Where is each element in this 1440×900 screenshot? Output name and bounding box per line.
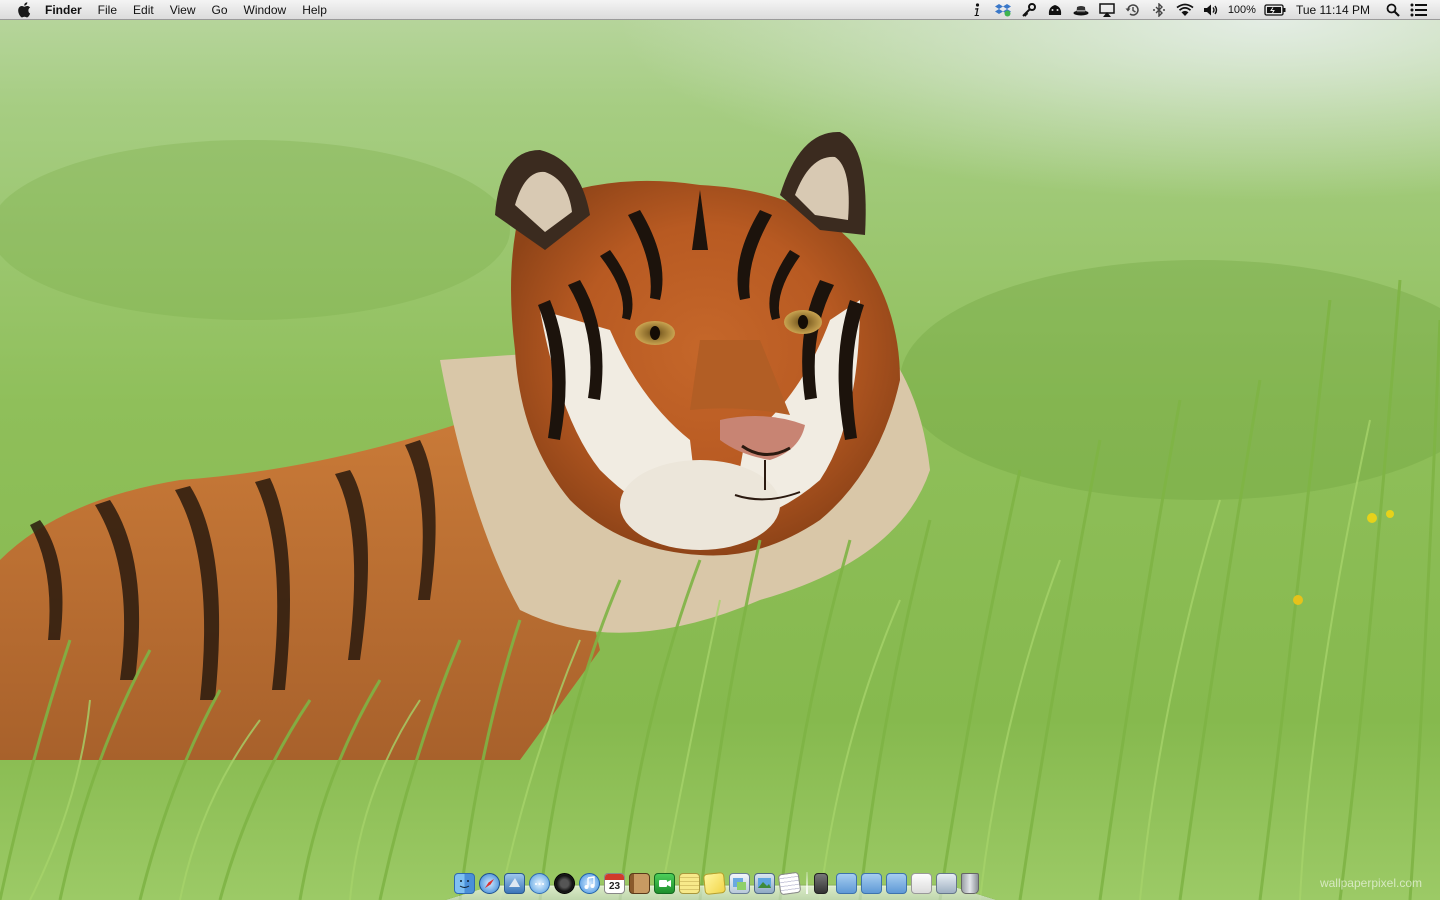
textedit-icon[interactable] xyxy=(777,871,802,896)
menu-window[interactable]: Window xyxy=(236,0,295,20)
notification-list-icon[interactable] xyxy=(1410,0,1428,20)
utilities-icon[interactable] xyxy=(814,873,828,894)
growl-icon[interactable] xyxy=(1046,0,1064,20)
dropbox-icon[interactable] xyxy=(994,0,1012,20)
applications-folder-icon[interactable] xyxy=(836,873,857,894)
menu-go[interactable]: Go xyxy=(204,0,236,20)
dock-separator xyxy=(806,872,808,894)
menu-help[interactable]: Help xyxy=(294,0,335,20)
app-menu-finder[interactable]: Finder xyxy=(45,0,90,20)
address-book-icon[interactable] xyxy=(629,873,650,894)
ichat-icon[interactable] xyxy=(529,873,550,894)
preview-icon[interactable] xyxy=(729,873,750,894)
ical-date: 23 xyxy=(608,881,621,892)
stickies-icon[interactable] xyxy=(702,871,727,896)
screen-icon[interactable] xyxy=(936,873,957,894)
document-stack-icon[interactable] xyxy=(911,873,932,894)
bluetooth-icon[interactable] xyxy=(1150,0,1168,20)
notes-icon[interactable] xyxy=(679,873,700,894)
airplay-icon[interactable] xyxy=(1098,0,1116,20)
documents-folder-icon[interactable] xyxy=(861,873,882,894)
ical-icon[interactable]: 23 xyxy=(604,873,625,894)
wallpaper-watermark: wallpaperpixel.com xyxy=(1319,876,1422,890)
finder-icon[interactable] xyxy=(454,873,475,894)
facetime-icon[interactable] xyxy=(654,873,675,894)
wifi-icon[interactable] xyxy=(1176,0,1194,20)
menu-edit[interactable]: Edit xyxy=(125,0,162,20)
iphoto-icon[interactable] xyxy=(754,873,775,894)
key-icon[interactable] xyxy=(1020,0,1038,20)
hat-icon[interactable] xyxy=(1072,0,1090,20)
menu-clock[interactable]: Tue 11:14 PM xyxy=(1296,0,1370,20)
info-icon[interactable] xyxy=(968,0,986,20)
apple-menu-icon[interactable] xyxy=(16,0,32,20)
desktop-wallpaper xyxy=(0,0,1440,900)
menu-file[interactable]: File xyxy=(90,0,125,20)
dock: 23 xyxy=(446,864,996,900)
downloads-folder-icon[interactable] xyxy=(886,873,907,894)
menu-view[interactable]: View xyxy=(162,0,204,20)
desktop[interactable]: Finder File Edit View Go Window Help 100… xyxy=(0,0,1440,900)
mail-icon[interactable] xyxy=(504,873,525,894)
safari-icon[interactable] xyxy=(479,873,500,894)
itunes-icon[interactable] xyxy=(579,873,600,894)
menu-bar: Finder File Edit View Go Window Help 100… xyxy=(0,0,1440,20)
volume-icon[interactable] xyxy=(1202,0,1220,20)
trash-icon[interactable] xyxy=(961,873,979,894)
time-machine-icon[interactable] xyxy=(1124,0,1142,20)
battery-icon[interactable] xyxy=(1264,0,1286,20)
battery-percentage[interactable]: 100% xyxy=(1228,0,1256,20)
photo-booth-icon[interactable] xyxy=(554,873,575,894)
spotlight-icon[interactable] xyxy=(1384,0,1402,20)
